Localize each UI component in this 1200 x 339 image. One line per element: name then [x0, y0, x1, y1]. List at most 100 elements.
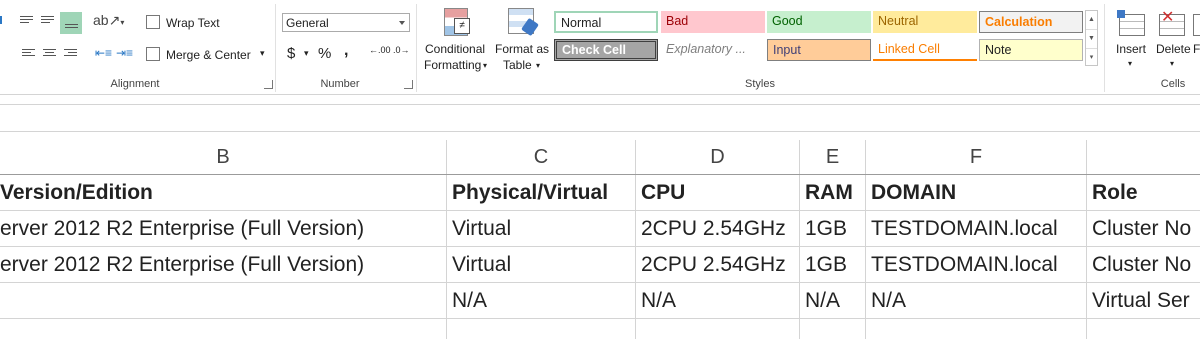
style-linked-cell-label: Linked Cell	[878, 42, 940, 56]
conditional-formatting-label-2[interactable]: Formatting	[424, 58, 481, 72]
cell[interactable]: Role	[1087, 175, 1200, 211]
cell[interactable]: 1GB	[800, 211, 866, 247]
cell[interactable]	[866, 319, 1087, 339]
style-calculation[interactable]: Calculation	[979, 11, 1083, 33]
worksheet-grid[interactable]: B C D E F Version/Edition Physical/Virtu…	[0, 140, 1200, 339]
cell[interactable]	[800, 319, 866, 339]
cell[interactable]: Virtual	[447, 211, 636, 247]
formula-bar[interactable]	[0, 104, 1200, 132]
delete-button[interactable]: Delete	[1156, 42, 1191, 56]
cell[interactable]	[447, 319, 636, 339]
style-bad[interactable]: Bad	[661, 11, 765, 33]
orientation-partial-icon[interactable]	[0, 16, 6, 24]
cell[interactable]: N/A	[447, 283, 636, 319]
conditional-formatting-dropdown-icon[interactable]: ▾	[483, 61, 487, 70]
cell[interactable]: Version/Edition	[0, 175, 447, 211]
middle-align-icon[interactable]	[41, 14, 54, 25]
decrease-indent-icon[interactable]: ⇤≡	[95, 46, 112, 60]
column-header-f[interactable]: F	[866, 140, 1087, 174]
style-neutral[interactable]: Neutral	[873, 11, 977, 33]
format-as-table-label-1[interactable]: Format as	[495, 42, 549, 56]
styles-group-label: Styles	[745, 78, 775, 90]
style-check-cell[interactable]: Check Cell	[554, 39, 658, 61]
cell[interactable]	[636, 319, 800, 339]
merge-dropdown-icon[interactable]: ▾	[260, 48, 265, 59]
alignment-launcher-icon[interactable]: ↘	[264, 80, 273, 89]
cell[interactable]: TESTDOMAIN.local	[866, 247, 1087, 283]
column-header-d[interactable]: D	[636, 140, 800, 174]
cell[interactable]: Physical/Virtual	[447, 175, 636, 211]
align-left-icon[interactable]	[22, 47, 35, 58]
orientation-icon[interactable]: ab↗▾	[93, 12, 124, 29]
number-format-dropdown[interactable]: General	[282, 13, 410, 32]
style-input[interactable]: Input	[767, 39, 871, 61]
conditional-formatting-icon[interactable]: ≠	[444, 8, 472, 38]
cell[interactable]: Cluster No	[1087, 247, 1200, 283]
cell[interactable]: 1GB	[800, 247, 866, 283]
style-bad-label: Bad	[666, 14, 689, 28]
column-header-c[interactable]: C	[447, 140, 636, 174]
align-center-icon[interactable]	[43, 47, 56, 58]
style-gallery-scrollbar[interactable]: ▲ ▼ ▾	[1085, 10, 1098, 66]
cell[interactable]: erver 2012 R2 Enterprise (Full Version)	[0, 211, 447, 247]
number-format-value: General	[286, 16, 329, 30]
format-button[interactable]: F	[1193, 42, 1200, 56]
cell[interactable]: erver 2012 R2 Enterprise (Full Version)	[0, 247, 447, 283]
delete-dropdown-icon[interactable]: ▾	[1170, 59, 1174, 68]
cell[interactable]: DOMAIN	[866, 175, 1087, 211]
cell[interactable]: 2CPU 2.54GHz	[636, 211, 800, 247]
style-calculation-label: Calculation	[985, 15, 1053, 29]
number-launcher-icon[interactable]: ↘	[404, 80, 413, 89]
column-header-b[interactable]: B	[0, 140, 447, 174]
cell[interactable]: N/A	[636, 283, 800, 319]
cell[interactable]: TESTDOMAIN.local	[866, 211, 1087, 247]
wrap-text-button[interactable]: Wrap Text	[166, 16, 220, 30]
insert-button[interactable]: Insert	[1116, 42, 1146, 56]
insert-dropdown-icon[interactable]: ▾	[1128, 59, 1132, 68]
format-as-table-label-2[interactable]: Table	[503, 58, 532, 72]
insert-cells-icon[interactable]	[1117, 10, 1145, 36]
separator	[1104, 4, 1105, 92]
style-explanatory[interactable]: Explanatory ...	[661, 39, 765, 61]
delete-cells-icon[interactable]: ✕	[1159, 9, 1185, 36]
gallery-down-icon[interactable]: ▼	[1086, 30, 1097, 49]
increase-indent-icon[interactable]: ⇥≡	[116, 46, 133, 60]
column-header-e[interactable]: E	[800, 140, 866, 174]
percent-button[interactable]: %	[318, 45, 331, 62]
cell[interactable]	[0, 283, 447, 319]
gallery-more-icon[interactable]: ▾	[1086, 49, 1097, 67]
cell[interactable]	[0, 319, 447, 339]
cell[interactable]: RAM	[800, 175, 866, 211]
currency-dropdown-icon[interactable]: ▾	[304, 48, 309, 59]
cell[interactable]: N/A	[866, 283, 1087, 319]
merge-center-icon	[146, 47, 160, 61]
cell[interactable]: Virtual	[447, 247, 636, 283]
increase-decimal-button[interactable]: ←.00	[369, 45, 391, 55]
style-note-label: Note	[985, 43, 1012, 57]
style-normal[interactable]: Normal	[554, 11, 658, 33]
cell[interactable]	[1087, 319, 1200, 339]
align-right-icon[interactable]	[64, 47, 77, 58]
format-as-table-icon[interactable]	[508, 8, 539, 38]
style-linked-cell[interactable]: Linked Cell	[873, 39, 977, 61]
conditional-formatting-label-1[interactable]: Conditional	[425, 42, 485, 56]
top-align-icon[interactable]	[20, 14, 33, 25]
comma-button[interactable]: ,	[344, 42, 348, 60]
format-cells-icon[interactable]	[1193, 14, 1200, 36]
style-good[interactable]: Good	[767, 11, 871, 33]
column-header-g[interactable]	[1087, 140, 1200, 174]
cell[interactable]: 2CPU 2.54GHz	[636, 247, 800, 283]
bottom-align-icon[interactable]	[60, 12, 82, 34]
gallery-up-icon[interactable]: ▲	[1086, 11, 1097, 30]
cell[interactable]: Cluster No	[1087, 211, 1200, 247]
decrease-decimal-button[interactable]: .0→	[393, 45, 410, 55]
cell[interactable]: N/A	[800, 283, 866, 319]
cell[interactable]: Virtual Ser	[1087, 283, 1200, 319]
style-note[interactable]: Note	[979, 39, 1083, 61]
merge-center-button[interactable]: Merge & Center	[166, 48, 251, 62]
currency-button[interactable]: $	[287, 45, 295, 62]
style-good-label: Good	[772, 14, 803, 28]
format-as-table-dropdown-icon[interactable]: ▾	[536, 61, 540, 70]
number-group-label: Number	[320, 78, 360, 90]
cell[interactable]: CPU	[636, 175, 800, 211]
